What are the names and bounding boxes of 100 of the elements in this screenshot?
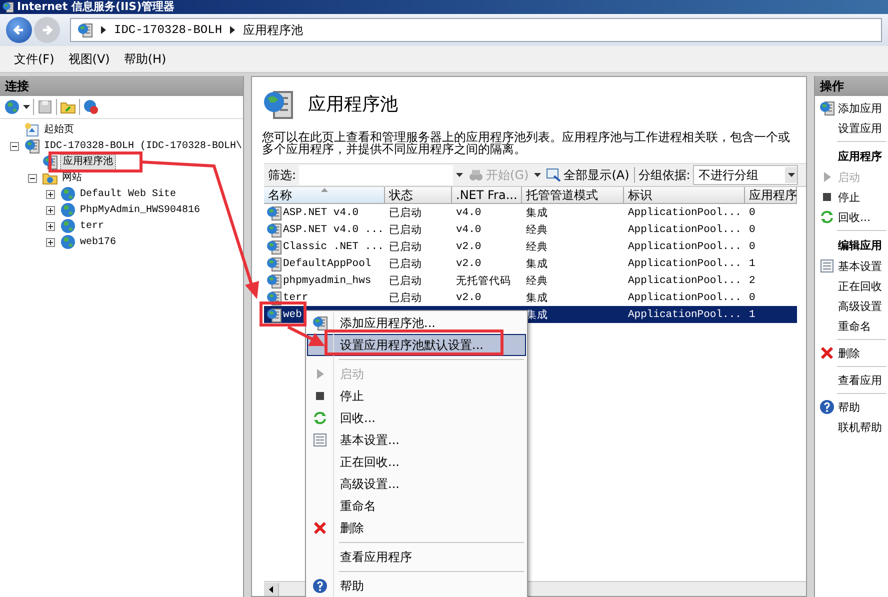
table-cell-text: 经典 [525,223,549,236]
back-button[interactable] [6,17,32,43]
collapse-icon[interactable] [10,142,19,150]
table-cell-text: v4.0 [455,224,482,236]
list-icon [312,432,328,448]
binoculars-icon [468,167,484,183]
caret-icon [23,105,30,109]
action-link[interactable]: 设置应用 [815,118,888,138]
table-cell-text: 集成 [525,206,549,220]
tree-item[interactable]: terr [78,218,106,234]
table-cell-text: v2.0 [455,292,482,304]
filter-field[interactable] [299,165,454,185]
action-link[interactable]: 正在回收 [815,276,888,296]
context-menu-item[interactable]: 帮助 [307,575,526,597]
menu-item[interactable]: 文件(F) [14,50,54,68]
group-by-dropdown[interactable]: 不进行分组 [693,165,798,185]
help-icon [312,578,328,594]
server-globe-icon [24,138,40,154]
action-link[interactable]: 回收... [815,207,888,227]
pane-header: 操作 [815,76,888,96]
filter-label: 筛选: [268,166,296,184]
column-header[interactable]: 托管管道模式 [522,187,624,204]
table-row[interactable]: DefaultAppPool 已启动 v2.0 集成 ApplicationPool... 1 [264,255,797,272]
table-row[interactable]: terr 已启动 v2.0 集成 ApplicationPool... 0 [264,289,797,306]
annotation-arrow [287,326,325,346]
menu-item[interactable]: 视图(V) [68,50,110,68]
help-icon [819,399,835,415]
table-cell: web [283,308,302,320]
context-menu-item[interactable]: 删除 [307,517,526,539]
context-menu-item[interactable]: 基本设置... [307,429,526,451]
menu-item[interactable]: 帮助(H) [124,50,166,68]
context-menu-item[interactable]: 停止 [307,385,526,407]
column-header[interactable]: 状态 [385,187,452,204]
column-header[interactable]: 标识 [624,187,745,204]
address-field[interactable]: IDC-170328-BOLH 应用程序池 [70,18,882,42]
breadcrumb-item[interactable]: 应用程序池 [243,22,304,38]
table-row[interactable]: ASP.NET v4.0 已启动 v4.0 集成 ApplicationPool... 0 [264,204,797,221]
action-link[interactable]: 基本设置 [815,256,888,276]
action-link[interactable]: 删除 [815,343,888,363]
table-cell-text: ApplicationPool... [627,274,742,286]
action-link[interactable]: 高级设置 [815,296,888,316]
server-globe-icon [312,315,328,331]
show-all-button[interactable]: 全部显示(A) [544,166,632,184]
expand-icon[interactable] [46,222,55,230]
table-cell-text: 已启动 [388,257,423,270]
context-menu-item[interactable]: 正在回收... [307,451,526,473]
table-cell-text: 无托管代码 [455,274,512,288]
scroll-left-icon [269,586,273,592]
page-title: 应用程序池 [308,93,398,116]
column-header[interactable]: 名称 [264,187,385,204]
tree-item[interactable]: 起始页 [42,122,76,138]
delete-icon [819,345,835,361]
context-menu-item[interactable]: 回收... [307,407,526,429]
action-link[interactable]: 查看应用 [815,370,888,390]
server-globe-icon [266,306,282,322]
table-cell-text: v4.0 [455,206,482,218]
annotation-box [260,302,306,326]
table-row[interactable]: Classic .NET ... 已启动 v2.0 经典 ApplicationPool... 0 [264,238,797,255]
collapse-icon[interactable] [28,174,37,182]
page-description: 您可以在此页上查看和管理服务器上的应用程序池列表。应用程序池与工作进程相关联，包含一个或多个应用程序，并提供不同应用程序之间的隔离。 [262,131,791,155]
tree-item[interactable]: Default Web Site [78,186,178,202]
tree-item[interactable]: IDC-170328-BOLH (IDC-170328-BOLH\ [42,138,244,154]
action-link[interactable]: 联机帮助 [815,417,888,437]
action-link[interactable]: 帮助 [815,397,888,417]
table-cell: ASP.NET v4.0 ... [283,224,384,236]
table-cell-text: 已启动 [388,291,423,304]
sort-arrow-icon [321,188,328,192]
column-header[interactable]: 应用程序 [745,187,797,204]
home-page-icon [24,122,40,138]
breadcrumb-item[interactable]: IDC-170328-BOLH [114,23,222,37]
action-link[interactable]: 添加应用 [815,98,888,118]
server-globe-icon [266,290,282,306]
table-cell-text: v2.0 [455,240,482,252]
table-cell-text: ApplicationPool... [627,240,742,252]
server-globe-icon [266,222,282,238]
table-row[interactable]: ASP.NET v4.0 ... 已启动 v4.0 经典 ApplicationPool... 0 [264,221,797,238]
expand-icon[interactable] [46,238,55,246]
action-heading: 应用程序 [836,148,883,164]
tree-item[interactable]: web176 [78,234,118,250]
action-link[interactable]: 停止 [815,187,888,207]
table-cell: DefaultAppPool [283,258,372,270]
table-row[interactable]: phpmyadmin_hws 已启动 无托管代码 经典 ApplicationPool... 2 [264,272,797,289]
context-menu-item[interactable]: 重命名 [307,495,526,517]
expand-icon[interactable] [46,190,55,198]
delete-icon [312,520,328,536]
caret-icon [534,173,541,177]
table-cell-text: 2 [748,274,756,286]
table-cell-text: ApplicationPool... [627,308,742,320]
show-all-icon [546,167,562,183]
action-link[interactable]: 重命名 [815,316,888,336]
tree-item[interactable]: PhpMyAdmin_HWS904816 [78,202,202,218]
server-globe-icon [266,256,282,272]
expand-icon[interactable] [46,206,55,214]
refresh-icon [819,209,835,225]
server-globe-icon [266,238,282,254]
caret-icon [456,173,464,177]
column-header[interactable]: .NET Fra... [452,187,522,204]
context-menu-item[interactable]: 查看应用程序 [307,546,526,568]
tree-item[interactable]: 网站 [60,170,84,186]
context-menu-item[interactable]: 高级设置... [307,473,526,495]
